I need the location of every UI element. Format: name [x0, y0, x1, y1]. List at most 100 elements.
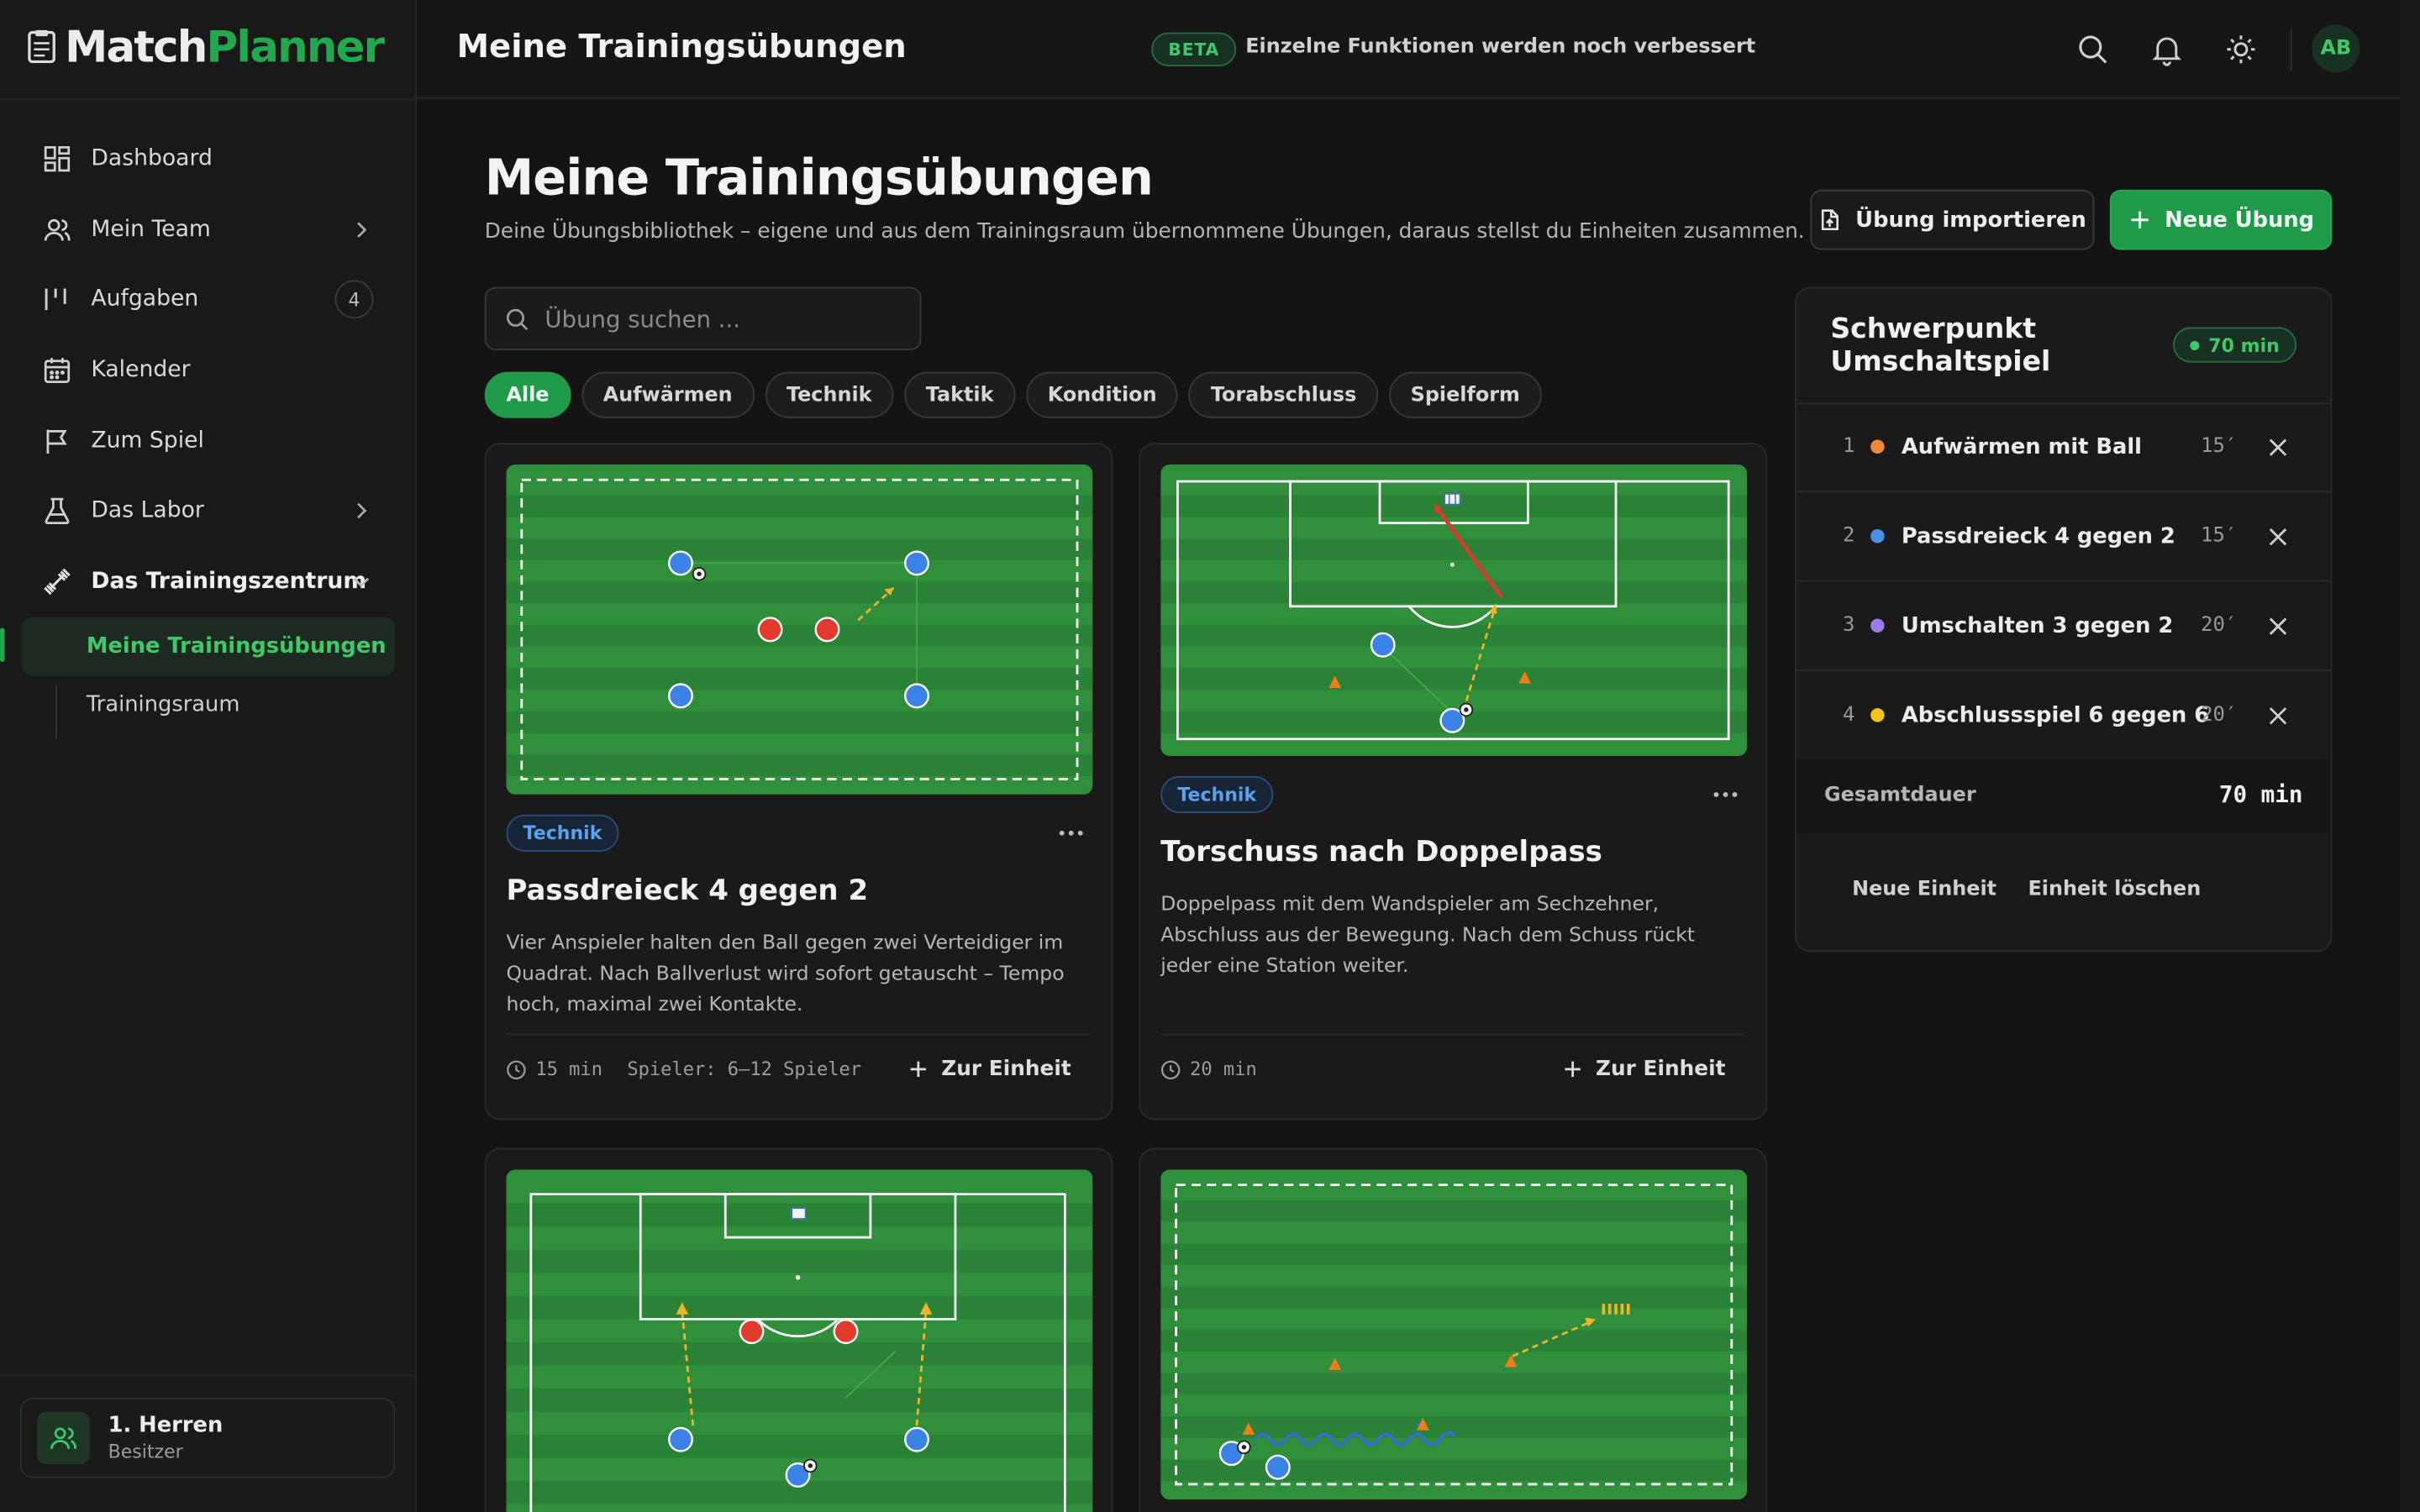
- filter-chip-alle[interactable]: Alle: [484, 371, 571, 418]
- total-value: 70 min: [2218, 780, 2303, 809]
- filter-chip-kondition[interactable]: Kondition: [1026, 371, 1179, 418]
- row-number: 1: [1843, 434, 1855, 459]
- row-number: 4: [1843, 703, 1855, 727]
- search-icon[interactable]: [2075, 33, 2109, 66]
- close-icon[interactable]: [2267, 704, 2289, 726]
- total-duration-row: Gesamtdauer 70 min: [1796, 759, 2331, 833]
- avatar[interactable]: AB: [2312, 24, 2360, 73]
- filter-chips: Alle Aufwärmen Technik Taktik Kondition …: [484, 371, 1542, 418]
- category-dot: [1870, 618, 1885, 633]
- sidebar-nav: Dashboard Mein Team Aufgaben 4 Kalender …: [21, 123, 396, 739]
- category-dot: [1870, 439, 1885, 454]
- player-red: [757, 617, 783, 643]
- unit-exercise-row[interactable]: 2 Passdreieck 4 gegen 2 15′: [1797, 492, 2331, 580]
- filter-chip-spielform[interactable]: Spielform: [1388, 371, 1542, 418]
- sidebar-item-mein-team[interactable]: Mein Team: [22, 194, 395, 265]
- row-exercise-name: Passdreieck 4 gegen 2: [1901, 523, 2175, 549]
- active-indicator: [0, 627, 5, 662]
- exercise-duration: 15 min: [535, 1058, 602, 1080]
- exercise-duration: 20 min: [1190, 1058, 1257, 1080]
- page-title: Meine Trainingsübungen: [484, 148, 1154, 207]
- tasks-count-badge: 4: [334, 280, 374, 319]
- unit-exercise-row[interactable]: 3 Umschalten 3 gegen 2 20′: [1797, 581, 2331, 669]
- sidebar-item-dashboard[interactable]: Dashboard: [22, 123, 395, 194]
- unit-exercise-row[interactable]: 4 Abschlussspiel 6 gegen 6 20′: [1797, 671, 2331, 759]
- topbar: Meine Trainingsübungen BETA Einzelne Fun…: [416, 0, 2420, 99]
- exercise-description: Vier Anspieler halten den Ball gegen zwe…: [506, 932, 1065, 1016]
- topbar-divider: [2290, 29, 2292, 71]
- category-tag: Technik: [506, 814, 619, 852]
- unit-exercise-row[interactable]: 1 Aufwärmen mit Ball 15′: [1797, 402, 2331, 491]
- sidebar-item-aufgaben[interactable]: Aufgaben 4: [22, 265, 395, 335]
- unit-title: Schwerpunkt Umschaltspiel: [1830, 312, 2051, 379]
- row-exercise-name: Umschalten 3 gegen 2: [1901, 613, 2174, 638]
- plus-icon: [910, 1061, 926, 1078]
- sidebar-item-label: Kalender: [91, 357, 191, 383]
- sidebar-item-kalender[interactable]: Kalender: [22, 335, 395, 406]
- search-input[interactable]: [544, 304, 900, 333]
- scrollbar[interactable]: [2400, 0, 2420, 1512]
- logo[interactable]: MatchPlanner: [28, 18, 385, 74]
- search-box[interactable]: [484, 286, 922, 350]
- more-options-icon[interactable]: [1055, 822, 1086, 844]
- player-blue: [904, 1426, 929, 1452]
- add-to-unit-button[interactable]: Zur Einheit: [1563, 1057, 1725, 1082]
- card-divider: [1160, 1033, 1744, 1036]
- row-number: 3: [1843, 614, 1855, 638]
- tasks-icon: [43, 286, 71, 313]
- player-blue: [668, 550, 693, 576]
- team-switcher[interactable]: 1. Herren Besitzer: [19, 1398, 396, 1478]
- close-icon[interactable]: [2267, 525, 2289, 547]
- sidebar-item-das-trainingszentrum[interactable]: Das Trainingszentrum: [22, 546, 395, 617]
- player-blue: [1265, 1454, 1291, 1480]
- exercise-card[interactable]: Technik Passdreieck 4 gegen 2 Vier Anspi…: [484, 443, 1113, 1121]
- sidebar-divider: [0, 98, 417, 101]
- pitch-diagram: [1160, 1169, 1748, 1500]
- beta-notice: Einzelne Funktionen werden noch verbesse…: [1245, 35, 1756, 59]
- row-duration: 15′: [2201, 434, 2238, 459]
- filter-chip-taktik[interactable]: Taktik: [904, 371, 1016, 418]
- logo-text: MatchPlanner: [65, 20, 385, 72]
- sidebar-item-zum-spiel[interactable]: Zum Spiel: [22, 406, 395, 476]
- close-icon[interactable]: [2267, 615, 2289, 637]
- exercise-meta: 15 min Spieler: 6–12 Spieler: [506, 1058, 861, 1080]
- category-tag: Technik: [1160, 775, 1274, 813]
- clock-icon: [1160, 1059, 1181, 1079]
- status-dot: [2190, 340, 2200, 350]
- exercise-players: Spieler: 6–12 Spieler: [627, 1058, 862, 1080]
- add-to-unit-button[interactable]: Zur Einheit: [909, 1057, 1071, 1082]
- exercise-card[interactable]: [484, 1147, 1113, 1512]
- exercise-title: Passdreieck 4 gegen 2: [506, 874, 869, 908]
- chevron-right-icon: [357, 221, 367, 238]
- close-icon[interactable]: [2267, 436, 2289, 458]
- new-unit-button[interactable]: Neue Einheit: [1852, 878, 1996, 901]
- chevron-right-icon: [357, 503, 367, 519]
- flag-icon: [43, 427, 71, 454]
- card-divider: [506, 1033, 1090, 1036]
- bell-icon[interactable]: [2150, 33, 2184, 66]
- sun-icon[interactable]: [2224, 33, 2258, 66]
- filter-chip-aufwaermen[interactable]: Aufwärmen: [581, 371, 755, 418]
- sidebar-item-das-labor[interactable]: Das Labor: [22, 476, 395, 547]
- player-blue: [668, 1426, 693, 1452]
- row-exercise-name: Abschlussspiel 6 gegen 6: [1901, 702, 2210, 728]
- exercise-card[interactable]: Technik Torschuss nach Doppelpass Doppel…: [1139, 443, 1768, 1121]
- sidebar-divider: [0, 1374, 417, 1377]
- sidebar-item-label: Zum Spiel: [91, 428, 204, 454]
- new-exercise-button[interactable]: Neue Übung: [2109, 189, 2333, 250]
- sidebar-subitem-meine-trainingsuebungen[interactable]: Meine Trainingsübungen: [21, 617, 396, 676]
- sidebar-item-label: Das Labor: [91, 498, 204, 524]
- row-number: 2: [1843, 524, 1855, 549]
- calendar-icon: [43, 356, 71, 384]
- pitch-diagram: [1160, 464, 1748, 757]
- import-exercise-button[interactable]: Übung importieren: [1810, 189, 2095, 250]
- delete-unit-button[interactable]: Einheit löschen: [2028, 878, 2201, 901]
- clipboard-logo-icon: [28, 29, 55, 64]
- filter-chip-torabschluss[interactable]: Torabschluss: [1189, 371, 1379, 418]
- more-options-icon[interactable]: [1710, 784, 1741, 806]
- exercise-card[interactable]: [1139, 1147, 1768, 1512]
- sidebar-subitem-trainingsraum[interactable]: Trainingsraum: [22, 675, 395, 734]
- search-icon: [506, 307, 529, 330]
- training-unit-panel: Schwerpunkt Umschaltspiel 70 min 1 Aufwä…: [1795, 286, 2333, 953]
- filter-chip-technik[interactable]: Technik: [765, 371, 894, 418]
